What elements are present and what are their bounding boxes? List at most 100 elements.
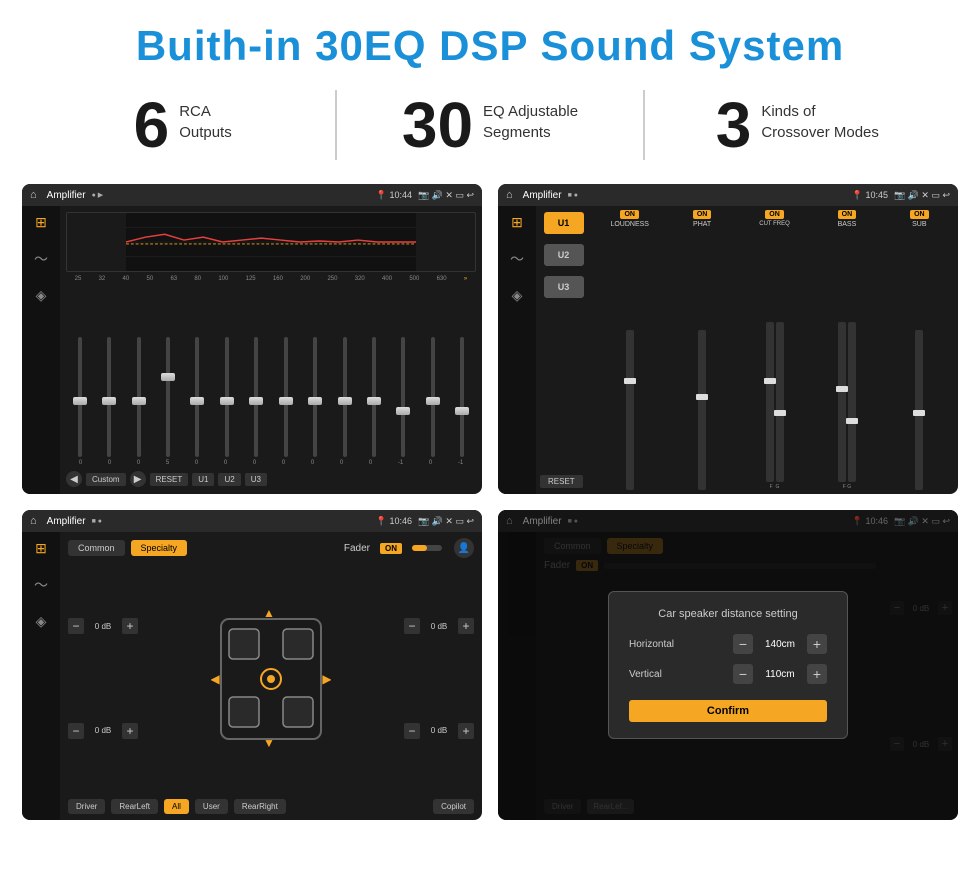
eq-slider-11[interactable] [367,337,381,457]
eq-slider-12[interactable] [396,337,410,457]
vol-plus-fr[interactable]: + [458,618,474,634]
eq-sidebar-icon-3[interactable]: ◈ [36,287,47,304]
eq-slider-10[interactable] [338,337,352,457]
driver-btn[interactable]: Driver [68,799,105,814]
fader-screen: ⌂ Amplifier ■ ● 📍 10:46 📷 🔊 ✕ ▭ ↩ ⊞ 〜 ◈ … [22,510,482,820]
fader-sidebar-icon-1[interactable]: ⊞ [35,540,47,557]
eq-title: Amplifier [47,190,86,201]
vertical-plus-btn[interactable]: + [807,664,827,684]
horizontal-minus-btn[interactable]: − [733,634,753,654]
eq-slider-4[interactable] [161,337,175,457]
fader-vol-row-fl: − 0 dB + [68,618,138,634]
user-btn[interactable]: User [195,799,228,814]
eq-slider-7[interactable] [249,337,263,457]
fader-icons: 📷 🔊 ✕ ▭ ↩ [418,516,474,527]
eq-u2-btn[interactable]: U2 [218,473,240,486]
fader-vol-row-rl: − 0 dB + [68,723,138,739]
vol-plus-rr[interactable]: + [458,723,474,739]
eq-graph [66,212,476,272]
crossover-reset-btn[interactable]: RESET [540,475,583,488]
horizontal-plus-btn[interactable]: + [807,634,827,654]
dialog-overlay: Car speaker distance setting Horizontal … [498,510,958,820]
u2-btn[interactable]: U2 [544,244,584,266]
eq-topbar: ⌂ Amplifier ● ▶ 📍 10:44 📷 🔊 ✕ ▭ ↩ [22,184,482,206]
eq-u1-btn[interactable]: U1 [192,473,214,486]
dialog-title: Car speaker distance setting [629,608,827,620]
eq-slider-8[interactable] [279,337,293,457]
copilot-btn[interactable]: Copilot [433,799,474,814]
crossover-sidebar-icon-1[interactable]: ⊞ [511,214,523,231]
crossover-home-icon[interactable]: ⌂ [506,189,513,201]
eq-slider-5[interactable] [190,337,204,457]
vol-minus-fl[interactable]: − [68,618,84,634]
fader-home-icon[interactable]: ⌂ [30,515,37,527]
eq-prev-btn[interactable]: ◀ [66,471,82,487]
fader-main: Common Specialty Fader ON 👤 − [60,532,482,820]
fader-sidebar-icon-2[interactable]: 〜 [34,575,48,595]
fader-person-icon: 👤 [454,538,474,558]
crossover-left-panel: U1 U2 U3 RESET [536,206,591,494]
home-icon[interactable]: ⌂ [30,189,37,201]
vol-minus-rl[interactable]: − [68,723,84,739]
dot-icons: ● ▶ [92,191,104,199]
vertical-minus-btn[interactable]: − [733,664,753,684]
fader-label: Fader [344,543,370,554]
crossover-sidebar-icon-2[interactable]: 〜 [510,249,524,269]
eq-u3-btn[interactable]: U3 [245,473,267,486]
u3-btn[interactable]: U3 [544,276,584,298]
page-title: Buith-in 30EQ DSP Sound System [0,0,980,80]
eq-bottom-bar: ◀ Custom ▶ RESET U1 U2 U3 [66,468,476,490]
stat-divider-2 [643,90,645,160]
loudness-on: ON [620,210,639,219]
eq-slider-9[interactable] [308,337,322,457]
eq-icons: 📷 🔊 ✕ ▭ ↩ [418,190,474,201]
fader-left-volumes: − 0 dB + − 0 dB + [68,564,138,793]
eq-play-btn[interactable]: ▶ [130,471,146,487]
vol-minus-rr[interactable]: − [404,723,420,739]
loudness-label: LOUDNESS [610,221,649,228]
fader-tab-common[interactable]: Common [68,540,125,556]
eq-slider-3[interactable] [132,337,146,457]
vol-minus-fr[interactable]: − [404,618,420,634]
rearright-btn[interactable]: RearRight [234,799,286,814]
eq-freq-labels: 2532405063 80100125160200 25032040050063… [66,276,476,282]
eq-slider-14[interactable] [455,337,469,457]
all-btn[interactable]: All [164,799,189,814]
stat-label-rca: RCAOutputs [179,93,232,143]
phat-on: ON [693,210,712,219]
vertical-ctrl: − 110cm + [733,664,827,684]
confirm-button[interactable]: Confirm [629,700,827,722]
stats-row: 6 RCAOutputs 30 EQ AdjustableSegments 3 … [0,80,980,178]
eq-slider-2[interactable] [102,337,116,457]
crossover-sidebar: ⊞ 〜 ◈ [498,206,536,494]
fader-bottom-row: Driver RearLeft All User RearRight Copil… [68,799,474,814]
eq-slider-1[interactable] [73,337,87,457]
u1-btn[interactable]: U1 [544,212,584,234]
eq-custom-btn[interactable]: Custom [86,473,126,486]
eq-sliders [66,286,476,457]
rearleft-btn[interactable]: RearLeft [111,799,158,814]
eq-slider-13[interactable] [426,337,440,457]
svg-text:▶: ▶ [322,672,331,686]
eq-sidebar-icon-2[interactable]: 〜 [34,249,48,269]
fader-car-area: − 0 dB + − 0 dB + [68,564,474,793]
vol-plus-fl[interactable]: + [122,618,138,634]
svg-text:◀: ◀ [211,672,220,686]
fader-vol-row-fr: − 0 dB + [404,618,474,634]
vol-plus-rl[interactable]: + [122,723,138,739]
horizontal-label: Horizontal [629,639,733,650]
crossover-sidebar-icon-3[interactable]: ◈ [512,287,523,304]
eq-sidebar-icon-1[interactable]: ⊞ [35,214,47,231]
dialog-vertical-row: Vertical − 110cm + [629,664,827,684]
horizontal-value: 140cm [759,639,801,650]
channel-phat: ON PHAT [667,210,736,490]
fader-time: 📍 10:46 [376,516,412,527]
sub-on: ON [910,210,929,219]
eq-slider-6[interactable] [220,337,234,457]
eq-reset-btn[interactable]: RESET [150,473,189,486]
fader-tab-specialty[interactable]: Specialty [131,540,188,556]
fader-sidebar: ⊞ 〜 ◈ [22,532,60,820]
fader-sidebar-icon-3[interactable]: ◈ [36,613,47,630]
svg-text:▼: ▼ [263,736,275,749]
stat-item-rca: 6 RCAOutputs [60,93,305,157]
